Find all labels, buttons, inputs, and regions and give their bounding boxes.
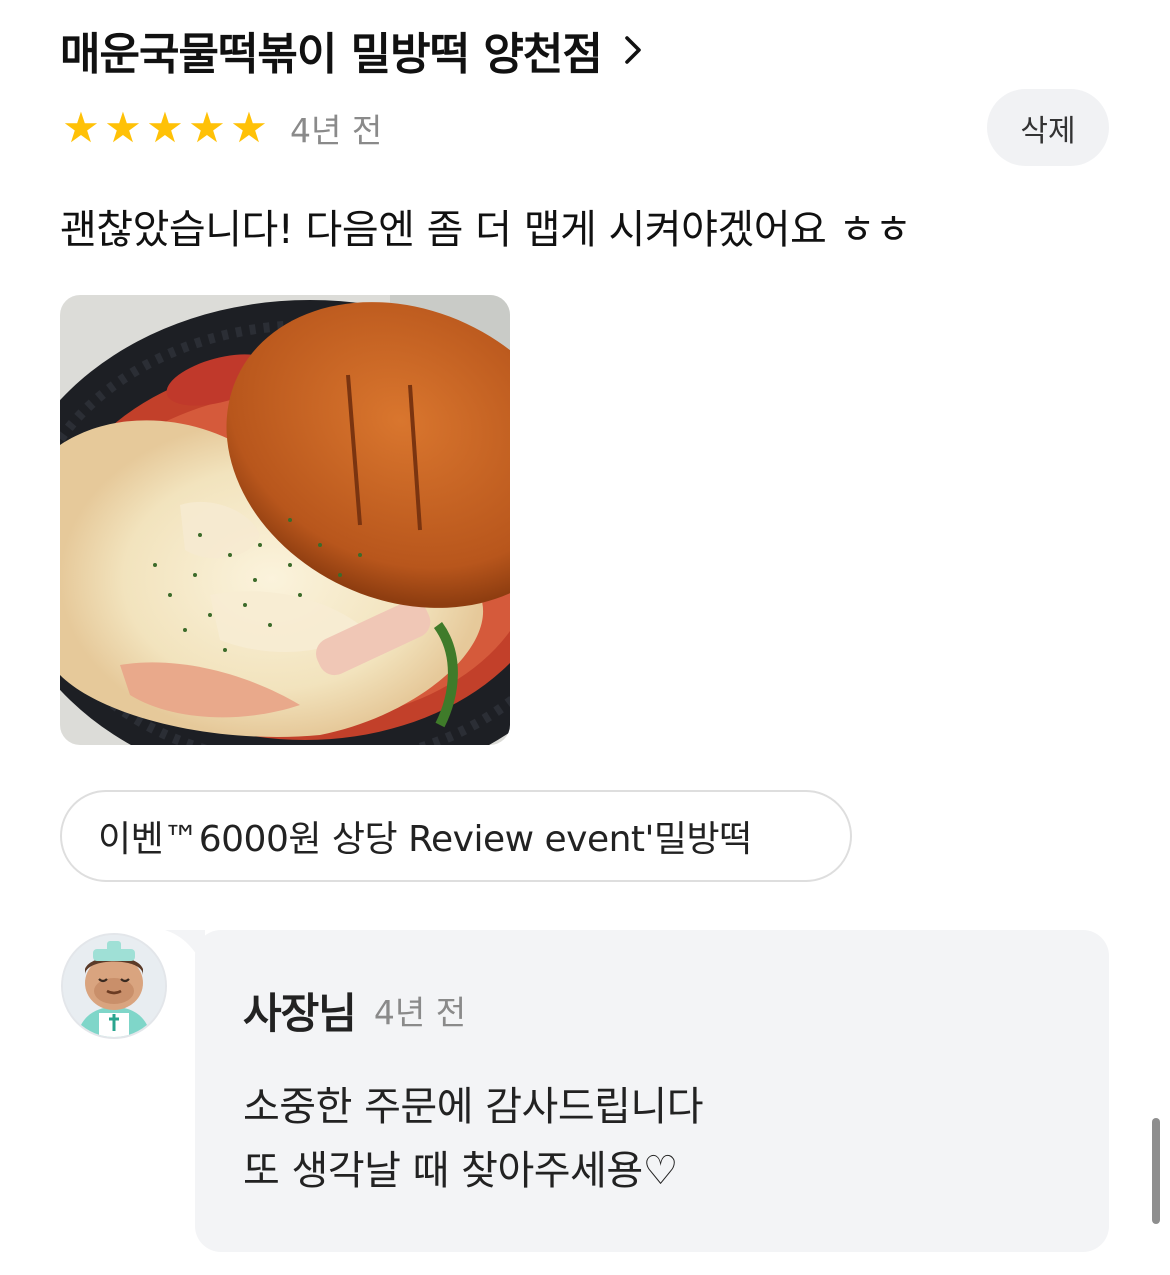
owner-avatar [61, 933, 167, 1039]
rating-row: ★ ★ ★ ★ ★ 4년 전 [60, 100, 382, 156]
reply-date: 4년 전 [373, 993, 467, 1032]
owner-header: 사장님 4년 전 [243, 980, 466, 1040]
chevron-right-icon [625, 36, 641, 64]
food-photo-image [60, 295, 510, 745]
star-icon: ★ [146, 103, 184, 152]
owner-character-icon [63, 935, 165, 1037]
star-rating: ★ ★ ★ ★ ★ [60, 107, 270, 149]
star-icon: ★ [62, 103, 100, 152]
ordered-menu-label: 이벤™6000원 상당 Review event'밀방떡 [98, 819, 752, 860]
store-name: 매운국물떡볶이 밀방떡 양천점 [60, 29, 603, 80]
star-icon: ★ [104, 103, 142, 152]
reply-text-line: 또 생각날 때 찾아주세용♡ [243, 1148, 679, 1194]
delete-button[interactable]: 삭제 [987, 89, 1109, 166]
reply-text-line: 소중한 주문에 감사드립니다 [243, 1084, 704, 1130]
store-name-link[interactable]: 매운국물떡볶이 밀방떡 양천점 [60, 18, 650, 82]
star-icon: ★ [230, 103, 268, 152]
review-date: 4년 전 [290, 111, 383, 150]
owner-name: 사장님 [243, 988, 357, 1038]
star-icon: ★ [188, 103, 226, 152]
scrollbar-thumb[interactable] [1152, 1118, 1160, 1224]
ordered-menu-chip[interactable]: 이벤™6000원 상당 Review event'밀방떡 [60, 790, 852, 882]
review-text: 괜찮았습니다! 다음엔 좀 더 맵게 시켜야겠어요 ㅎㅎ [60, 207, 912, 253]
review-photo[interactable] [60, 295, 510, 745]
